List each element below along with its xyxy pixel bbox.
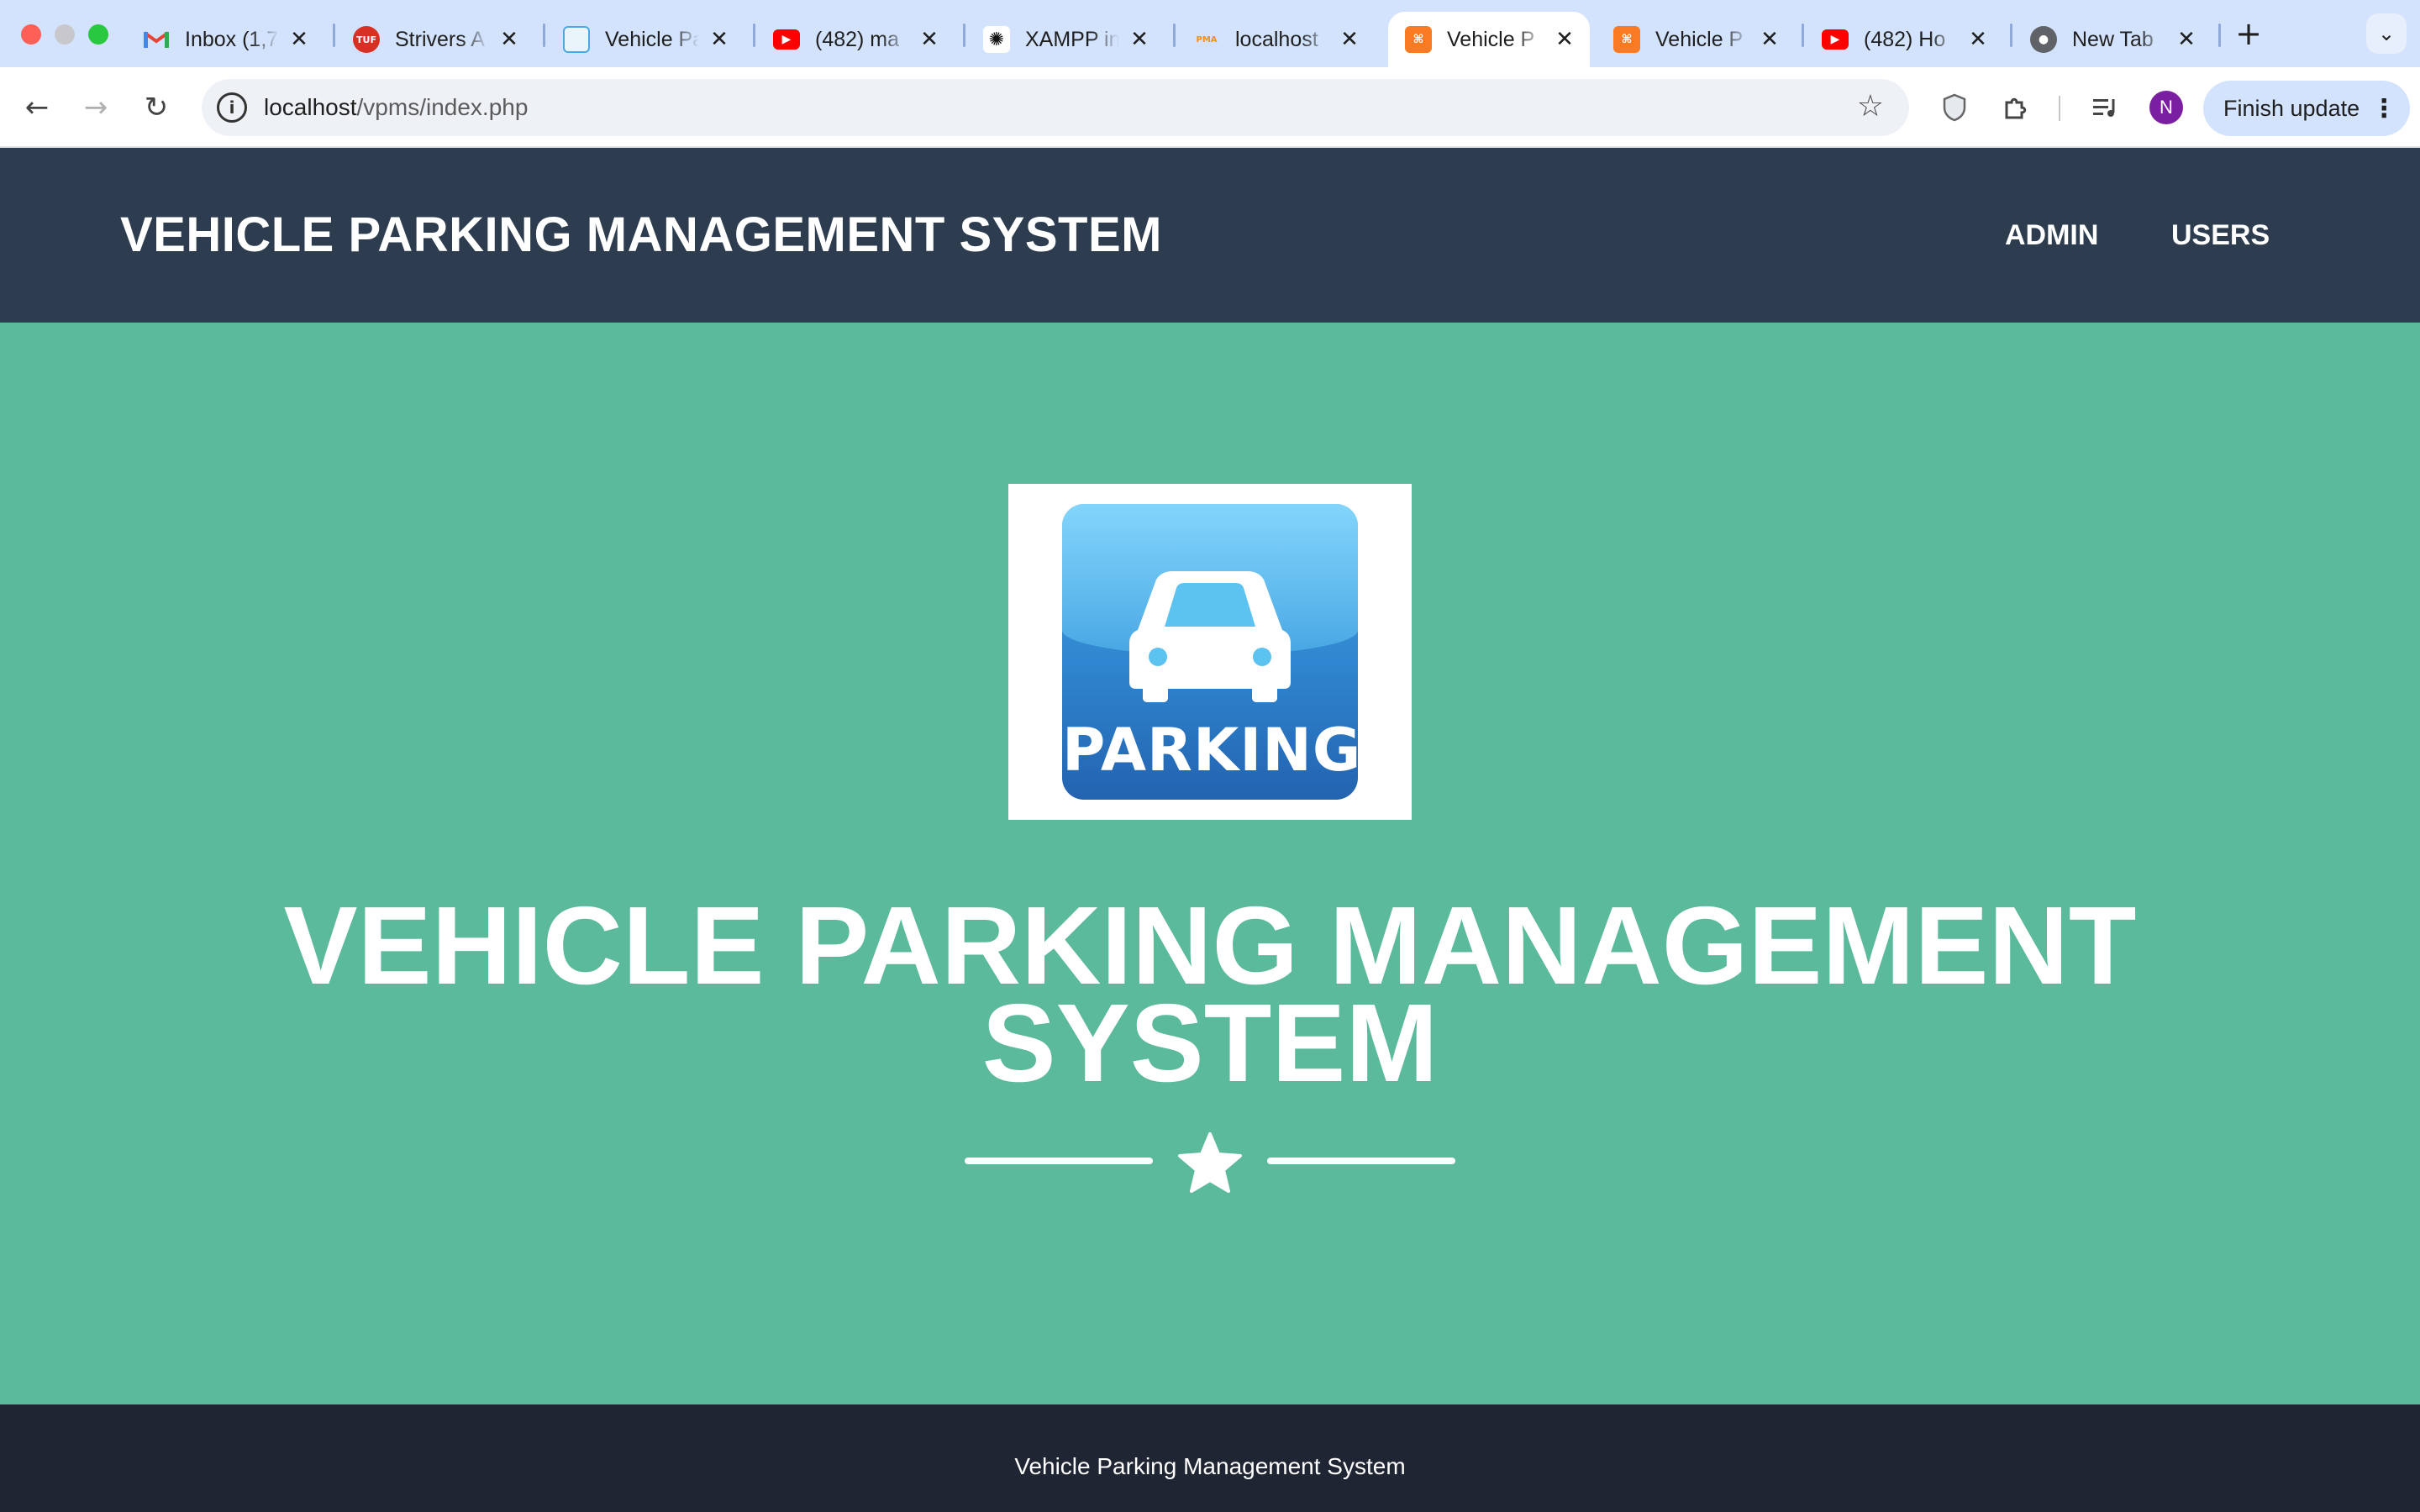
tab-title: (482) ma <box>815 27 900 51</box>
url-host: localhost <box>264 94 357 120</box>
tab-separator <box>1802 24 1804 47</box>
tab-separator <box>2010 24 2012 47</box>
star-icon <box>1178 1132 1242 1193</box>
media-controls-icon[interactable] <box>2086 87 2126 128</box>
tuf-icon: TUF <box>353 26 380 53</box>
tab-separator <box>753 24 755 47</box>
close-tab-icon[interactable]: ✕ <box>287 27 311 52</box>
nav-link-admin[interactable]: ADMIN <box>2005 148 2098 323</box>
divider-line-right <box>1267 1158 1455 1164</box>
openai-icon: ✺ <box>983 26 1010 53</box>
browser-tab-active[interactable]: ⌘ Vehicle P ✕ <box>1388 12 1590 67</box>
address-bar[interactable]: i localhost/vpms/index.php ☆ <box>202 79 1909 136</box>
chrome-icon: ● <box>2030 26 2057 53</box>
site-footer: Vehicle Parking Management System <box>0 1404 2420 1512</box>
browser-toolbar: ← → ↻ i localhost/vpms/index.php ☆ <box>0 67 2420 148</box>
forward-button[interactable]: → <box>76 87 116 128</box>
close-tab-icon[interactable]: ✕ <box>1128 27 1151 52</box>
close-tab-icon[interactable]: ✕ <box>918 27 941 52</box>
browser-tab[interactable]: ▶ (482) ma ✕ <box>756 12 955 67</box>
tab-title: Vehicle P <box>1655 27 1744 51</box>
reload-button[interactable]: ↻ <box>136 87 176 128</box>
finish-update-label: Finish update <box>2223 95 2360 121</box>
hero-title: VEHICLE PARKING MANAGEMENT SYSTEM <box>0 890 2420 1099</box>
tab-separator <box>1173 24 1176 47</box>
maximize-window-button[interactable] <box>88 24 108 45</box>
browser-tab[interactable]: Vehicle Pa ✕ <box>546 12 744 67</box>
parking-label: PARKING <box>1062 716 1358 785</box>
site-icon <box>563 26 590 53</box>
browser-tab[interactable]: PMA localhost ✕ <box>1176 12 1375 67</box>
parking-logo: PARKING <box>1008 484 1412 820</box>
toolbar-divider <box>2059 96 2060 121</box>
back-button[interactable]: ← <box>17 87 57 128</box>
close-tab-icon[interactable]: ✕ <box>1966 27 1990 52</box>
bookmark-star-icon[interactable]: ☆ <box>1857 89 1884 123</box>
gmail-icon <box>143 26 170 53</box>
divider-line-left <box>965 1158 1153 1164</box>
xampp-icon: ⌘ <box>1405 26 1432 53</box>
youtube-icon: ▶ <box>1822 29 1849 50</box>
tab-title: localhost <box>1235 27 1318 51</box>
profile-avatar[interactable]: N <box>2149 91 2183 124</box>
tab-separator <box>963 24 965 47</box>
extensions-puzzle-icon[interactable] <box>1995 87 2035 128</box>
site-info-icon[interactable]: i <box>217 92 247 123</box>
tab-separator <box>2218 24 2221 47</box>
close-window-button[interactable] <box>21 24 41 45</box>
hero-title-line-2: SYSTEM <box>981 981 1439 1105</box>
tab-title: (482) Ho <box>1864 27 1946 51</box>
close-tab-icon[interactable]: ✕ <box>1758 27 1781 52</box>
youtube-icon: ▶ <box>773 29 800 50</box>
tab-title: Inbox (1,7 <box>185 27 279 51</box>
tab-title: Vehicle P <box>1447 27 1535 51</box>
minimize-window-button[interactable] <box>55 24 75 45</box>
phpmyadmin-icon: PMA <box>1196 34 1218 45</box>
xampp-icon: ⌘ <box>1613 26 1640 53</box>
hero-section: PARKING VEHICLE PARKING MANAGEMENT SYSTE… <box>0 323 2420 1404</box>
shield-extension-icon[interactable] <box>1934 87 1975 128</box>
browser-tab[interactable]: Inbox (1,7 ✕ <box>126 12 324 67</box>
browser-tab[interactable]: ▶ (482) Ho ✕ <box>1805 12 2003 67</box>
browser-tab[interactable]: ⌘ Vehicle P ✕ <box>1597 12 1795 67</box>
browser-tab-strip: Inbox (1,7 ✕ TUF Strivers A ✕ Vehicle Pa… <box>0 0 2420 67</box>
site-navbar: VEHICLE PARKING MANAGEMENT SYSTEM ADMIN … <box>0 148 2420 323</box>
tab-title: XAMPP in <box>1025 27 1119 51</box>
tab-separator <box>543 24 545 47</box>
close-tab-icon[interactable]: ✕ <box>497 27 521 52</box>
tab-separator <box>333 24 335 47</box>
finish-update-button[interactable]: Finish update ⋮ <box>2203 81 2410 136</box>
url-path: /vpms/index.php <box>356 94 529 120</box>
parking-sign-image: PARKING <box>1062 504 1358 800</box>
browser-tab[interactable]: ✺ XAMPP in ✕ <box>966 12 1165 67</box>
browser-tab[interactable]: ● New Tab ✕ <box>2013 12 2212 67</box>
close-tab-icon[interactable]: ✕ <box>2175 27 2198 52</box>
nav-link-users[interactable]: USERS <box>2171 148 2270 323</box>
close-tab-icon[interactable]: ✕ <box>1553 27 1576 52</box>
tab-title: Strivers A <box>395 27 485 51</box>
url-text[interactable]: localhost/vpms/index.php <box>264 79 528 136</box>
browser-tab[interactable]: TUF Strivers A ✕ <box>336 12 534 67</box>
tab-search-button[interactable]: ⌄ <box>2366 13 2407 54</box>
tab-title: New Tab <box>2072 27 2154 51</box>
more-menu-icon[interactable]: ⋮ <box>2371 94 2396 123</box>
close-tab-icon[interactable]: ✕ <box>708 27 731 52</box>
new-tab-button[interactable]: + <box>2232 15 2265 52</box>
footer-text: Vehicle Parking Management System <box>1014 1453 1406 1479</box>
site-brand-link[interactable]: VEHICLE PARKING MANAGEMENT SYSTEM <box>120 148 1162 323</box>
tab-title: Vehicle Pa <box>605 27 699 51</box>
close-tab-icon[interactable]: ✕ <box>1338 27 1361 52</box>
